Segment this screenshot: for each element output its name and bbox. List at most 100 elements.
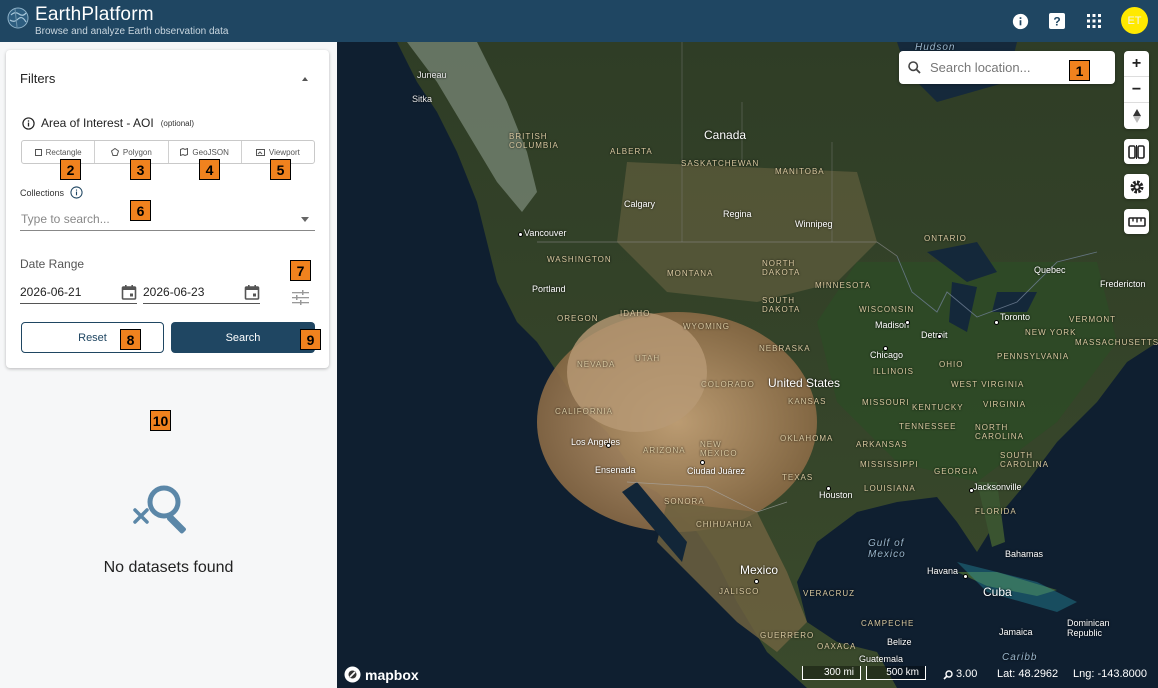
compare-button[interactable] [1124, 139, 1149, 164]
reset-button[interactable]: Reset [21, 322, 164, 353]
zoom-out-button[interactable]: − [1124, 77, 1149, 103]
compare-split-icon [1128, 144, 1145, 159]
settings-button[interactable] [1124, 174, 1149, 199]
map-label-arizona: ARIZONA [643, 446, 686, 455]
aoi-rectangle-label: Rectangle [45, 147, 82, 157]
collections-placeholder: Type to search... [21, 212, 110, 226]
map-label-belize: Belize [887, 637, 912, 647]
city-marker [700, 460, 705, 465]
aoi-rectangle-button[interactable]: Rectangle [22, 141, 96, 163]
map-label-south-carolina: SOUTH CAROLINA [1000, 451, 1049, 469]
map-label-canada: Canada [704, 128, 747, 142]
collections-header: Collections [20, 186, 83, 199]
gear-icon [1130, 180, 1143, 193]
map-label-quebec: Quebec [1034, 265, 1066, 275]
map-label-calgary: Calgary [624, 199, 656, 209]
user-avatar[interactable]: ET [1121, 7, 1148, 34]
aoi-viewport-label: Viewport [268, 147, 300, 157]
mapbox-attribution[interactable]: mapbox [344, 666, 419, 683]
start-date-field[interactable]: 2026-06-21 [20, 282, 137, 304]
map-label-dominican-republic: Dominican Republic [1067, 618, 1110, 638]
info-outline-icon[interactable] [22, 116, 35, 130]
map-label-jacksonville: Jacksonville [973, 482, 1022, 492]
info-outline-icon[interactable] [70, 186, 83, 199]
mapbox-logo-icon [344, 666, 361, 683]
map-label-jalisco: JALISCO [719, 587, 760, 596]
annotation-badge: 1 [1069, 60, 1090, 81]
map-label-campeche: CAMPECHE [861, 619, 915, 628]
map-label-new-mexico: NEW MEXICO [700, 440, 738, 458]
map-label-los-angeles: Los Angeles [571, 437, 621, 447]
aoi-header: Area of Interest - AOI (optional) [22, 116, 194, 130]
info-icon[interactable] [1010, 11, 1030, 31]
zoom-in-button[interactable]: + [1124, 51, 1149, 77]
map-label-illinois: ILLINOIS [873, 367, 914, 376]
map-label-ciudad-juarez: Ciudad Juárez [687, 466, 746, 476]
date-range-label: Date Range [20, 257, 85, 271]
map-label-new-york: NEW YORK [1025, 328, 1077, 337]
polygon-icon [110, 148, 119, 156]
map-label-guatemala: Guatemala [859, 654, 904, 664]
end-date-field[interactable]: 2026-06-23 [143, 282, 260, 304]
longitude-value: Lng: -143.8000 [1073, 668, 1148, 680]
map-label-nebraska: NEBRASKA [759, 344, 811, 353]
map-label-arkansas: ARKANSAS [856, 440, 908, 449]
apps-grid-icon[interactable] [1084, 11, 1104, 31]
annotation-badge: 8 [120, 329, 141, 350]
map-label-havana: Havana [927, 566, 959, 576]
map-label-detroit: Detroit [921, 330, 948, 340]
map-label-sitka: Sitka [412, 94, 433, 104]
map-label-winnipeg: Winnipeg [795, 219, 833, 229]
annotation-badge: 4 [199, 159, 220, 180]
filters-panel: Filters Area of Interest - AOI (optional… [6, 50, 329, 368]
map-label-bahamas: Bahamas [1005, 549, 1044, 559]
map-label-pennsylvania: PENNSYLVANIA [997, 352, 1070, 361]
compass-icon [1132, 109, 1141, 123]
collapse-caret-icon[interactable] [302, 77, 308, 81]
map-label-chihuahua: CHIHUAHUA [696, 520, 753, 529]
map-label-oregon: OREGON [557, 314, 599, 323]
map-label-vancouver: Vancouver [524, 228, 567, 238]
map-label-guerrero: GUERRERO [760, 631, 815, 640]
app-title: EarthPlatform [35, 4, 154, 25]
annotation-badge: 10 [150, 410, 171, 431]
map-label-british-columbia: BRITISH COLUMBIA [509, 132, 559, 150]
aoi-polygon-label: Polygon [122, 147, 152, 157]
annotation-badge: 3 [130, 159, 151, 180]
zoom-level-value: 3.00 [956, 668, 978, 680]
earth-logo-icon[interactable] [6, 5, 30, 31]
map-label-florida: FLORIDA [975, 507, 1017, 516]
city-marker [754, 579, 759, 584]
ruler-icon [1127, 216, 1146, 227]
mapbox-label: mapbox [365, 666, 419, 683]
collections-search-input[interactable]: Type to search... [20, 209, 315, 231]
calendar-icon[interactable] [244, 284, 260, 300]
start-date-value: 2026-06-21 [20, 285, 82, 299]
map-label-idaho: IDAHO [620, 309, 651, 318]
zoom-controls: + − [1124, 51, 1149, 129]
search-button[interactable]: Search [171, 322, 315, 353]
calendar-icon[interactable] [121, 284, 137, 300]
map-label-mexico: Mexico [740, 563, 779, 577]
help-icon[interactable]: ? [1047, 11, 1067, 31]
map-label-oaxaca: OAXACA [817, 642, 857, 651]
compass-button[interactable] [1124, 103, 1149, 129]
map-label-north-dakota: NORTH DAKOTA [762, 259, 801, 277]
map-label-chicago: Chicago [870, 350, 904, 360]
sidebar: Filters Area of Interest - AOI (optional… [0, 42, 337, 688]
map-label-colorado: COLORADO [701, 380, 755, 389]
map-label-ensenada: Ensenada [595, 465, 636, 475]
city-marker [826, 486, 831, 491]
measure-button[interactable] [1124, 209, 1149, 234]
map-label-ontario: ONTARIO [924, 234, 967, 243]
city-marker [937, 334, 942, 339]
map-label-kansas: KANSAS [788, 397, 827, 406]
tune-filters-icon[interactable] [292, 290, 309, 305]
city-marker [994, 320, 999, 325]
dropdown-caret-icon[interactable] [301, 217, 309, 222]
map-view[interactable]: Hudson Juneau Sitka BRITISH COLUMBIA ALBE… [337, 42, 1158, 688]
zoom-level-icon [943, 670, 953, 680]
annotation-badge: 5 [270, 159, 291, 180]
city-marker [883, 346, 888, 351]
map-label-alberta: ALBERTA [610, 147, 653, 156]
